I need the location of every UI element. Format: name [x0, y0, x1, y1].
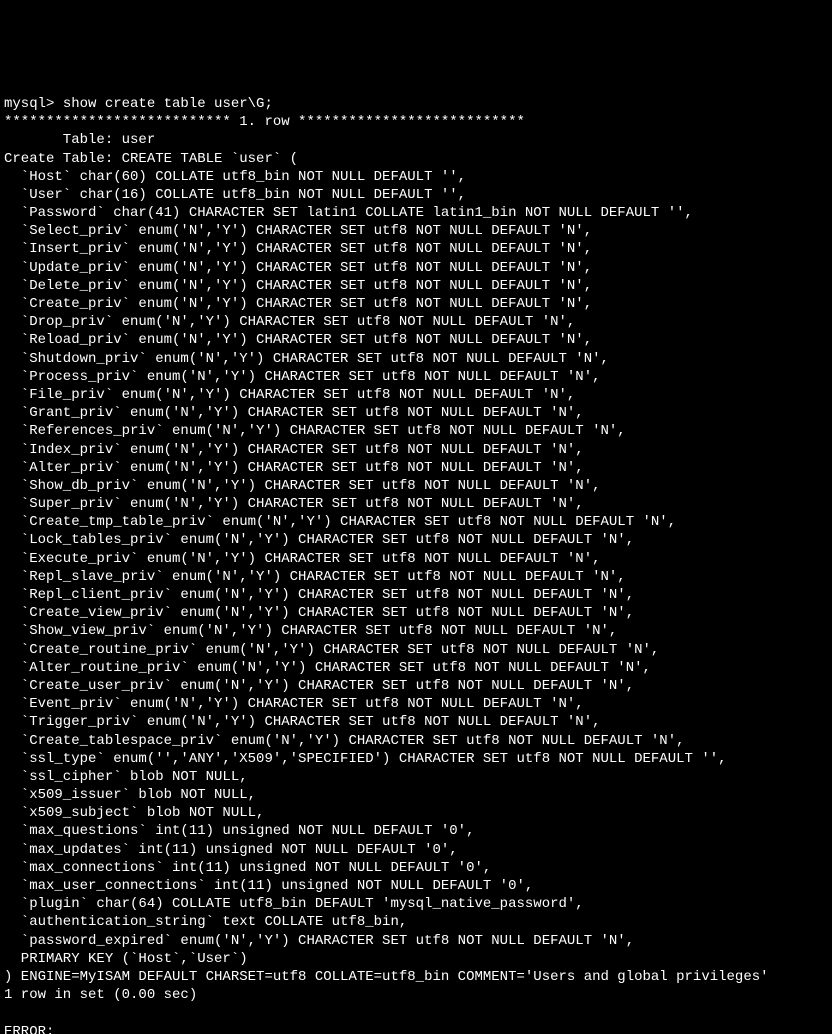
row-header: *************************** 1. row *****…	[4, 114, 525, 130]
command-input: show create table user\G;	[63, 96, 273, 112]
terminal-output[interactable]: mysql> show create table user\G; *******…	[0, 91, 832, 1034]
create-table-end: ) ENGINE=MyISAM DEFAULT CHARSET=utf8 COL…	[4, 969, 769, 985]
rows-in-set: 1 row in set (0.00 sec)	[4, 987, 197, 1003]
error-label: ERROR:	[4, 1024, 54, 1034]
column-definitions: `Host` char(60) COLLATE utf8_bin NOT NUL…	[4, 168, 828, 968]
table-name: user	[122, 132, 156, 148]
create-table-label: Create Table:	[4, 151, 122, 167]
table-label: Table:	[4, 132, 122, 148]
create-table-start: CREATE TABLE `user` (	[122, 151, 298, 167]
mysql-prompt: mysql>	[4, 96, 63, 112]
